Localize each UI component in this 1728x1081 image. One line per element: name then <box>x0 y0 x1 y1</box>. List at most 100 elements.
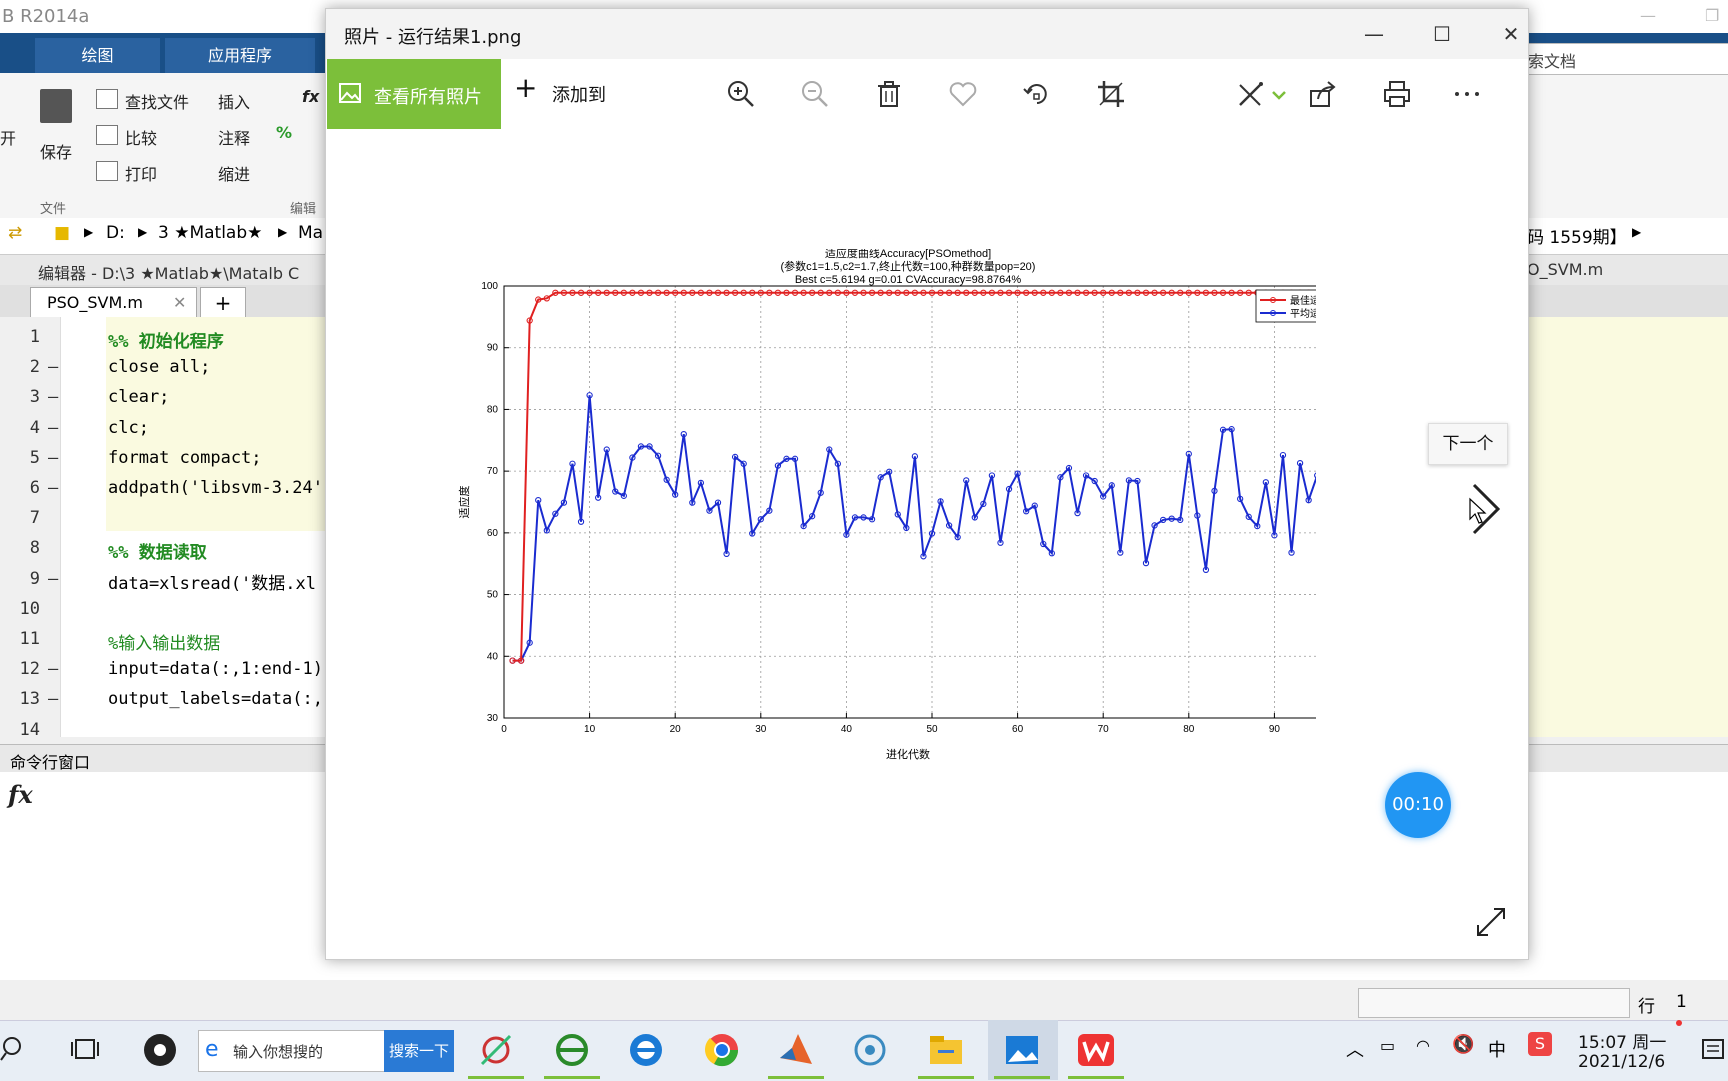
wps-office-icon[interactable] <box>1076 1030 1116 1070</box>
percent-icon[interactable]: % <box>276 123 292 142</box>
edge-browser-icon[interactable] <box>626 1030 666 1070</box>
code-line[interactable]: %% 初始化程序 <box>108 327 224 352</box>
fullscreen-expand-icon[interactable] <box>1474 905 1508 939</box>
chart-series <box>509 289 1316 664</box>
next-tooltip: 下一个 <box>1428 423 1508 465</box>
more-options-icon[interactable] <box>1452 79 1482 109</box>
command-window-title: 命令行窗口 <box>10 753 91 772</box>
file-tab-pso-svm[interactable]: PSO_SVM.m ✕ <box>30 287 197 318</box>
web-search-button[interactable]: 搜索一下 <box>384 1030 454 1072</box>
ie-browser-icon[interactable] <box>552 1030 592 1070</box>
clock-time[interactable]: 15:07 周一 <box>1578 1028 1666 1053</box>
favorite-heart-icon[interactable] <box>948 79 978 109</box>
indent-button[interactable]: 缩进 <box>218 161 250 185</box>
chevron-up-icon[interactable]: ︿ <box>1346 1036 1364 1062</box>
breadcrumb-folder2[interactable]: Ma <box>298 223 323 243</box>
breadcrumb-right-segment[interactable]: 码 1559期】 <box>1527 223 1627 248</box>
code-line[interactable]: format compact; <box>108 448 262 468</box>
search-docs-box[interactable]: 索文档 <box>1527 43 1728 75</box>
matlab-icon[interactable] <box>776 1030 816 1070</box>
find-files-button[interactable]: 查找文件 <box>125 89 189 113</box>
search-icon[interactable] <box>0 1034 30 1064</box>
maximize-icon[interactable]: ☐ <box>1422 19 1462 49</box>
save-icon[interactable] <box>40 89 72 123</box>
view-all-photos-button[interactable]: 查看所有照片 <box>327 59 501 129</box>
print-button[interactable]: 打印 <box>125 161 157 185</box>
edit-create-icon[interactable] <box>1236 79 1266 109</box>
insert-button[interactable]: 插入 <box>218 89 250 113</box>
clock-date[interactable]: 2021/12/6 <box>1578 1052 1665 1072</box>
x-tick-label: 90 <box>1269 724 1281 735</box>
compare-button[interactable]: 比较 <box>125 125 157 149</box>
code-line[interactable]: %% 数据读取 <box>108 538 207 563</box>
code-line[interactable]: close all; <box>108 357 210 377</box>
new-tab-button[interactable]: + <box>200 287 246 318</box>
breadcrumb-drive[interactable]: D: <box>106 223 125 243</box>
task-view-icon[interactable] <box>70 1034 100 1064</box>
sogou-ime-icon[interactable]: S <box>1528 1032 1552 1056</box>
breakpoint-marker[interactable]: – <box>48 418 58 438</box>
ime-indicator[interactable]: 中 <box>1488 1036 1506 1062</box>
chevron-down-icon[interactable] <box>1270 79 1288 109</box>
save-button[interactable]: 保存 <box>40 139 72 163</box>
code-line[interactable]: input=data(:,1:end-1) <box>108 659 323 679</box>
photo-icon <box>339 83 361 103</box>
tab-apps[interactable]: 应用程序 <box>165 38 315 73</box>
fx-button[interactable]: fx <box>302 87 319 106</box>
file-explorer-icon[interactable] <box>926 1030 966 1070</box>
breadcrumb-folder1[interactable]: 3 ★Matlab★ <box>158 223 262 243</box>
minimize-icon[interactable]: — <box>1354 19 1394 49</box>
crop-icon[interactable] <box>1096 79 1126 109</box>
code-line[interactable]: addpath('libsvm-3.24' <box>108 478 323 498</box>
view-all-photos-label: 查看所有照片 <box>374 87 482 108</box>
close-icon[interactable]: ✕ <box>1491 19 1531 49</box>
code-line[interactable]: clc; <box>108 418 149 438</box>
data-point <box>1314 472 1316 479</box>
y-tick-label: 60 <box>487 528 499 539</box>
code-line[interactable]: output_labels=data(:, <box>108 689 323 709</box>
line-number: 5 <box>29 447 40 468</box>
share-icon[interactable] <box>1308 79 1338 109</box>
photos-app-icon[interactable] <box>1002 1030 1042 1070</box>
wifi-icon[interactable]: ◠ <box>1416 1036 1430 1055</box>
status-field <box>1358 988 1630 1018</box>
open-button[interactable]: 开 <box>0 125 16 149</box>
rotate-icon[interactable] <box>1022 79 1052 109</box>
notification-dot <box>1676 1020 1682 1026</box>
chrome-browser-icon[interactable] <box>702 1030 742 1070</box>
action-center-icon[interactable] <box>1700 1036 1726 1062</box>
app-flower-icon[interactable] <box>850 1030 890 1070</box>
breakpoint-marker[interactable]: – <box>48 689 58 709</box>
recording-timer[interactable]: 00:10 <box>1385 772 1451 838</box>
chevron-right-icon[interactable]: ▶ <box>278 225 287 239</box>
line-number: 12 <box>19 659 40 680</box>
close-icon[interactable]: ✕ <box>173 288 186 318</box>
breakpoint-marker[interactable]: – <box>48 659 58 679</box>
breakpoint-marker[interactable]: – <box>48 569 58 589</box>
minimize-icon[interactable]: — <box>1640 6 1656 25</box>
breakpoint-marker[interactable]: – <box>48 357 58 377</box>
code-line[interactable]: %输入输出数据 <box>108 629 220 654</box>
folder-nav-icon[interactable]: ⇄ <box>8 223 22 243</box>
print-icon[interactable] <box>1382 79 1412 109</box>
tab-plots[interactable]: 绘图 <box>35 38 160 73</box>
chevron-right-icon[interactable]: ▶ <box>84 225 93 239</box>
breakpoint-marker[interactable]: – <box>48 478 58 498</box>
code-line[interactable]: clear; <box>108 387 169 407</box>
chevron-right-icon[interactable]: ▶ <box>1632 225 1641 239</box>
comment-button[interactable]: 注释 <box>218 125 250 149</box>
y-axis-label: 适应度 <box>457 486 471 519</box>
breakpoint-marker[interactable]: – <box>48 387 58 407</box>
breakpoint-marker[interactable]: – <box>48 448 58 468</box>
delete-icon[interactable] <box>874 79 904 109</box>
pinwheel-app-icon[interactable] <box>140 1030 180 1070</box>
maximize-icon[interactable]: ❐ <box>1705 6 1719 25</box>
volume-muted-icon[interactable]: 🔇 <box>1452 1034 1474 1055</box>
zoom-in-icon[interactable] <box>726 79 756 109</box>
app-satellite-icon[interactable] <box>476 1030 516 1070</box>
chevron-right-icon[interactable]: ▶ <box>138 225 147 239</box>
code-line[interactable]: data=xlsread('数据.xl <box>108 569 316 594</box>
web-search-input[interactable]: e 输入你想搜的 <box>198 1030 386 1072</box>
zoom-out-icon[interactable] <box>800 79 830 109</box>
battery-icon[interactable]: ▭ <box>1380 1036 1395 1055</box>
